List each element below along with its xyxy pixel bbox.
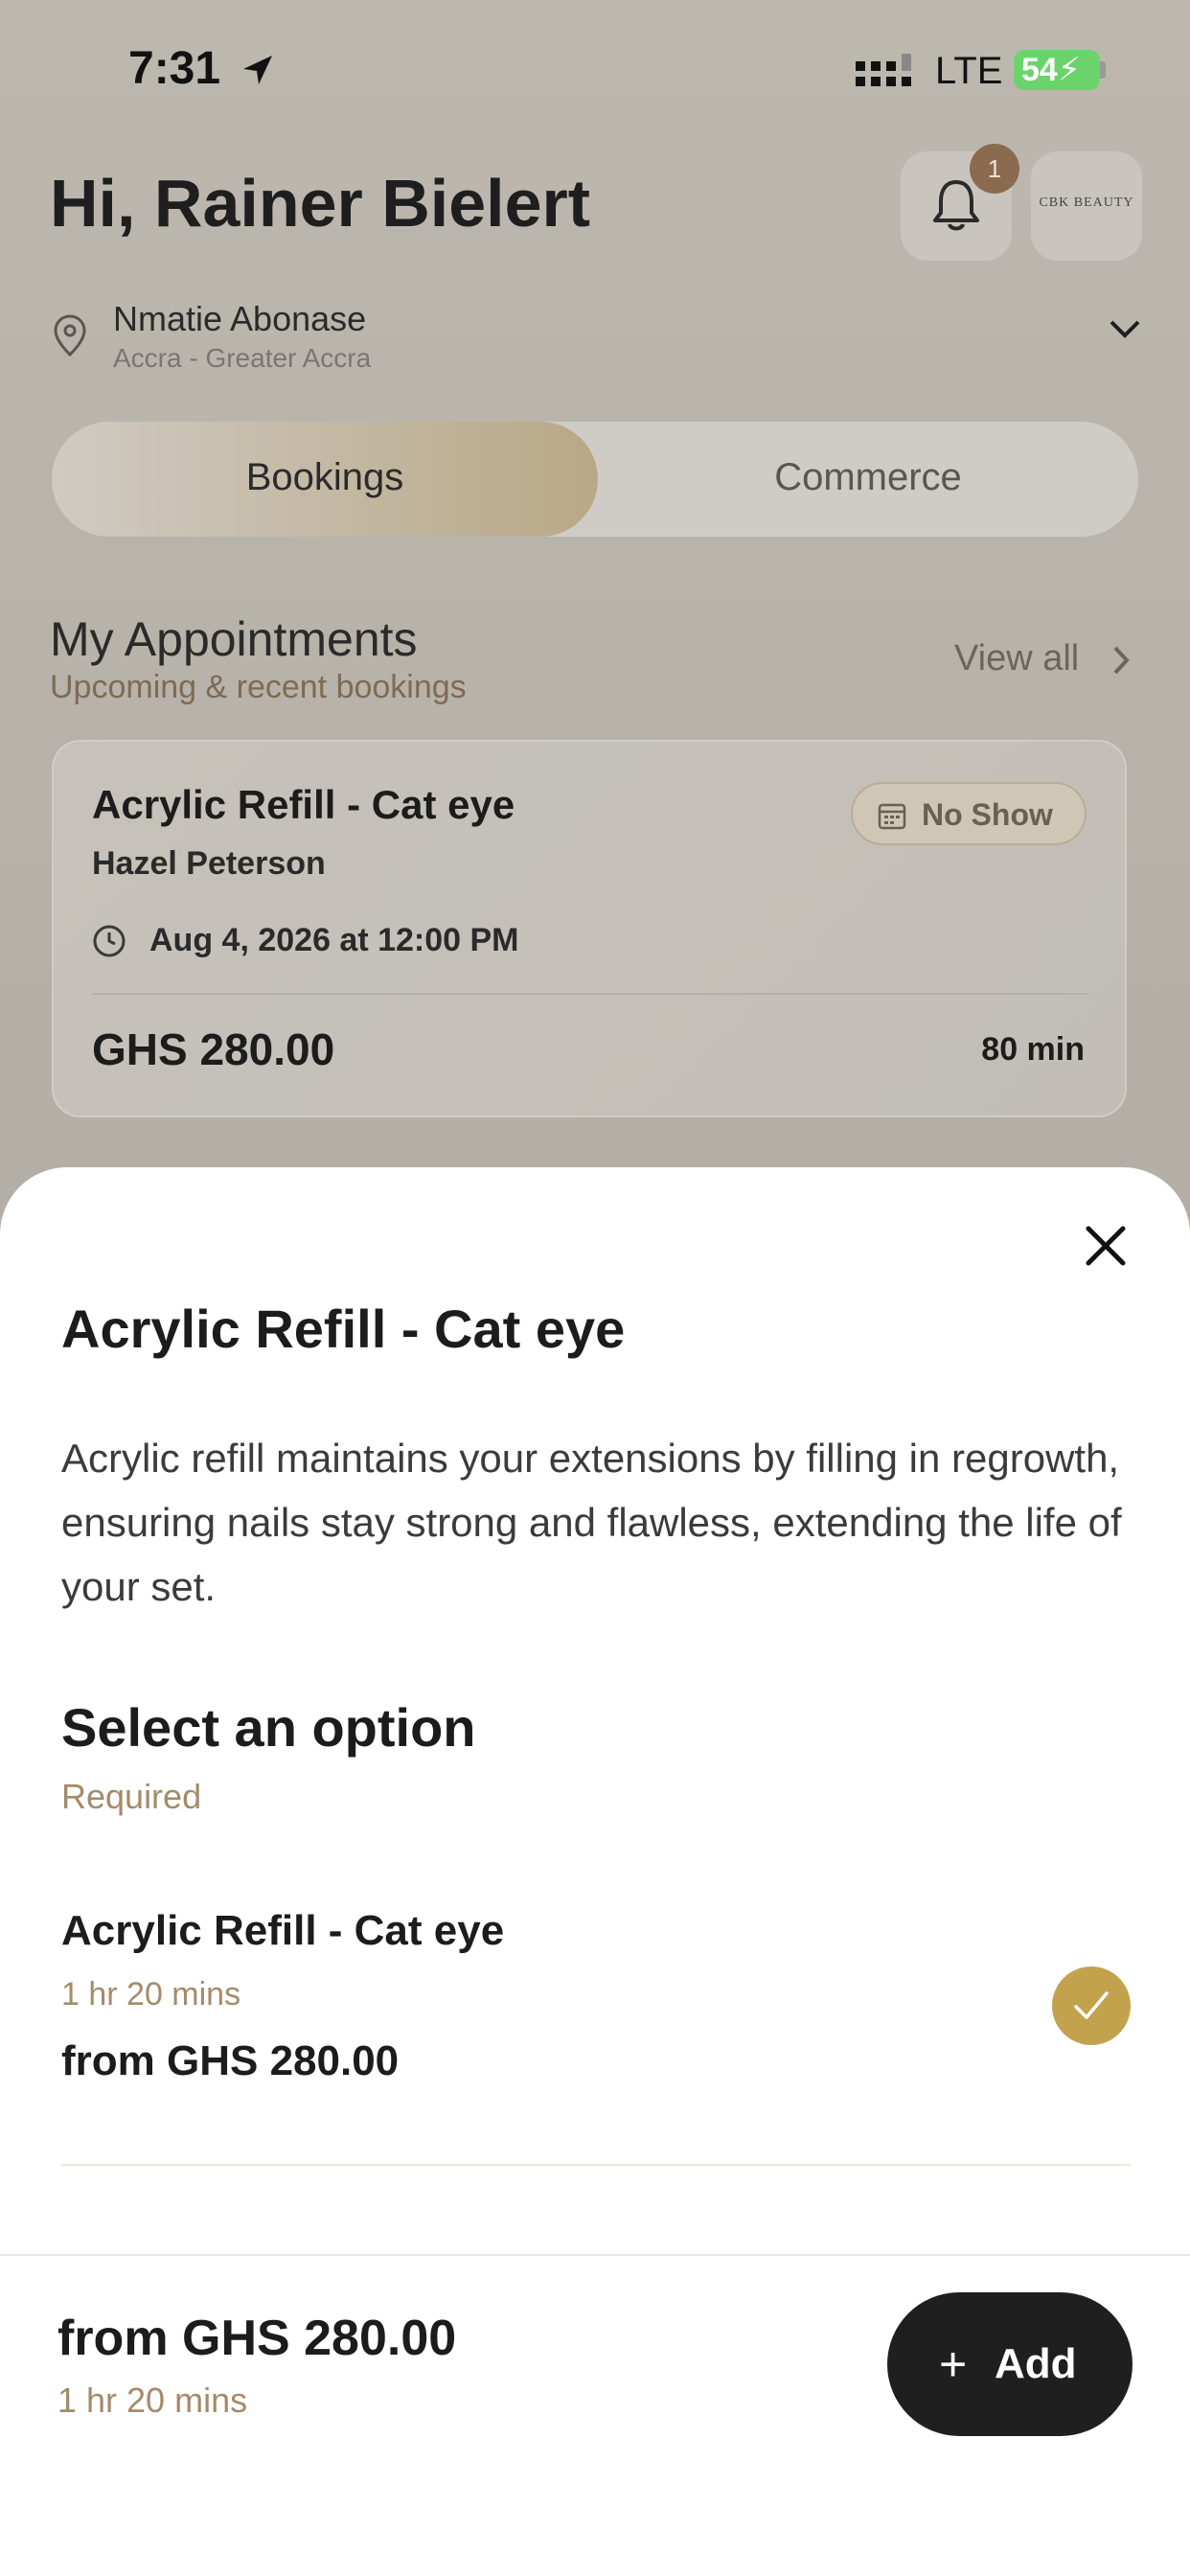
service-option[interactable]: Acrylic Refill - Cat eye 1 hr 20 mins fr… (61, 1907, 1131, 2128)
option-price: from GHS 280.00 (61, 2037, 400, 2084)
chevron-down-icon (1110, 320, 1140, 338)
service-bottom-sheet: Acrylic Refill - Cat eye Acrylic refill … (0, 1167, 1190, 2576)
appointment-client: Hazel Peterson (92, 845, 326, 882)
appointment-datetime: Aug 4, 2026 at 12:00 PM (149, 922, 519, 958)
location-name: Nmatie Abonase (113, 299, 367, 338)
view-all-link[interactable]: View all (954, 638, 1079, 679)
location-arrow-icon (243, 56, 272, 84)
option-selected-radio[interactable] (1052, 1966, 1131, 2045)
battery-indicator: 54⚡ (1014, 50, 1100, 90)
sheet-title: Acrylic Refill - Cat eye (61, 1299, 626, 1359)
status-time: 7:31 (128, 43, 221, 94)
chevron-right-icon[interactable] (1111, 644, 1131, 677)
appointment-service: Acrylic Refill - Cat eye (92, 782, 515, 827)
appointment-price: GHS 280.00 (92, 1024, 335, 1074)
checkmark-icon (1074, 1991, 1109, 2019)
location-selector[interactable]: Nmatie Abonase Accra - Greater Accra (50, 299, 1142, 376)
appointments-subtitle: Upcoming & recent bookings (50, 669, 467, 705)
business-logo: CBK BEAUTY (1039, 196, 1134, 210)
location-region: Accra - Greater Accra (113, 343, 372, 373)
option-duration: 1 hr 20 mins (61, 1976, 241, 2012)
status-badge: No Show (851, 782, 1087, 845)
footer-duration: 1 hr 20 mins (57, 2380, 248, 2420)
card-divider (92, 993, 1088, 995)
clock-icon (93, 925, 126, 957)
option-name: Acrylic Refill - Cat eye (61, 1907, 505, 1954)
option-divider (61, 2164, 1131, 2166)
tab-commerce[interactable]: Commerce (598, 456, 1138, 499)
option-heading: Select an option (61, 1697, 476, 1758)
footer-total-price: from GHS 280.00 (57, 2311, 457, 2366)
status-label: No Show (922, 797, 1053, 832)
network-label: LTE (935, 50, 1003, 92)
battery-cap (1100, 61, 1106, 79)
notification-badge: 1 (970, 144, 1019, 194)
greeting: Hi, Rainer Bielert (50, 166, 591, 241)
status-bar: 7:31 LTE 54⚡ (0, 0, 1190, 144)
required-label: Required (61, 1777, 202, 1816)
tab-bookings[interactable]: Bookings (52, 422, 598, 537)
appointment-card[interactable]: Acrylic Refill - Cat eye Hazel Peterson … (52, 740, 1127, 1117)
bell-icon (933, 180, 979, 231)
plus-icon: + (939, 2337, 968, 2391)
appointments-title: My Appointments (50, 612, 418, 666)
map-pin-icon (54, 314, 86, 356)
service-description: Acrylic refill maintains your extensions… (61, 1436, 1122, 1609)
signal-icon (856, 54, 911, 86)
add-button[interactable]: + Add (887, 2292, 1133, 2436)
section-tabs: Bookings Commerce (52, 422, 1138, 537)
battery-level: 54 (1021, 52, 1058, 88)
business-logo-button[interactable]: CBK BEAUTY (1031, 151, 1142, 261)
close-icon[interactable] (1077, 1217, 1134, 1275)
appointment-duration: 80 min (981, 1031, 1085, 1068)
sheet-footer: from GHS 280.00 1 hr 20 mins + Add (0, 2254, 1190, 2576)
tab-bookings-label: Bookings (245, 456, 404, 498)
add-button-label: Add (995, 2340, 1077, 2387)
calendar-icon (878, 803, 906, 830)
